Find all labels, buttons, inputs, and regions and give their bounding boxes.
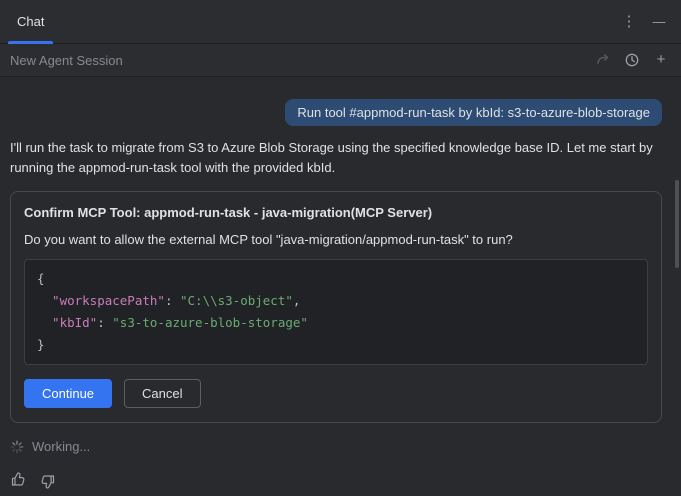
chat-area: Run tool #appmod-run-task by kbId: s3-to…	[0, 77, 681, 496]
code-line: }	[37, 334, 635, 356]
tool-args-code-block: { "workspacePath": "C:\\s3-object", "kbI…	[24, 259, 648, 365]
code-open-brace: {	[37, 271, 45, 286]
mcp-confirm-card: Confirm MCP Tool: appmod-run-task - java…	[10, 191, 662, 423]
code-line: "workspacePath": "C:\\s3-object",	[37, 290, 635, 312]
history-clock-icon[interactable]	[624, 52, 640, 68]
user-message-bubble: Run tool #appmod-run-task by kbId: s3-to…	[285, 99, 662, 126]
assistant-message: I'll run the task to migrate from S3 to …	[10, 138, 662, 177]
new-session-plus-icon[interactable]: +	[653, 52, 669, 68]
titlebar-actions: ⋮ —	[621, 0, 681, 43]
titlebar: Chat ⋮ —	[0, 0, 681, 44]
session-bar: New Agent Session +	[0, 44, 681, 77]
confirm-question: Do you want to allow the external MCP to…	[24, 232, 648, 247]
user-message-row: Run tool #appmod-run-task by kbId: s3-to…	[10, 99, 662, 126]
code-colon: :	[97, 315, 112, 330]
thumbs-down-icon[interactable]	[40, 471, 56, 490]
cancel-button[interactable]: Cancel	[124, 379, 200, 408]
spinner-icon	[10, 440, 24, 454]
tab-chat-label: Chat	[17, 14, 44, 29]
thumbs-up-icon[interactable]	[10, 471, 26, 490]
code-line: {	[37, 268, 635, 290]
status-row: Working...	[10, 439, 662, 454]
session-title: New Agent Session	[10, 53, 123, 68]
confirm-actions: Continue Cancel	[24, 379, 648, 408]
code-key-workspacepath: "workspacePath"	[52, 293, 165, 308]
code-colon: :	[165, 293, 180, 308]
session-actions: +	[595, 52, 669, 68]
confirm-card-title: Confirm MCP Tool: appmod-run-task - java…	[24, 205, 648, 220]
code-value-workspacepath: "C:\\s3-object"	[180, 293, 293, 308]
minimize-icon[interactable]: —	[651, 14, 667, 30]
redo-arrow-icon[interactable]	[595, 52, 611, 68]
chat-tool-window: Chat ⋮ — New Agent Session +	[0, 0, 681, 496]
tab-chat[interactable]: Chat	[8, 0, 53, 43]
feedback-row	[10, 471, 56, 490]
code-close-brace: }	[37, 337, 45, 352]
status-text: Working...	[32, 439, 90, 454]
code-value-kbid: "s3-to-azure-blob-storage"	[112, 315, 308, 330]
code-comma: ,	[293, 293, 301, 308]
code-key-kbid: "kbId"	[52, 315, 97, 330]
user-message-text: Run tool #appmod-run-task by kbId: s3-to…	[297, 105, 650, 120]
more-options-icon[interactable]: ⋮	[621, 14, 637, 30]
continue-button[interactable]: Continue	[24, 379, 112, 408]
scrollbar-thumb[interactable]	[675, 180, 679, 268]
code-line: "kbId": "s3-to-azure-blob-storage"	[37, 312, 635, 334]
